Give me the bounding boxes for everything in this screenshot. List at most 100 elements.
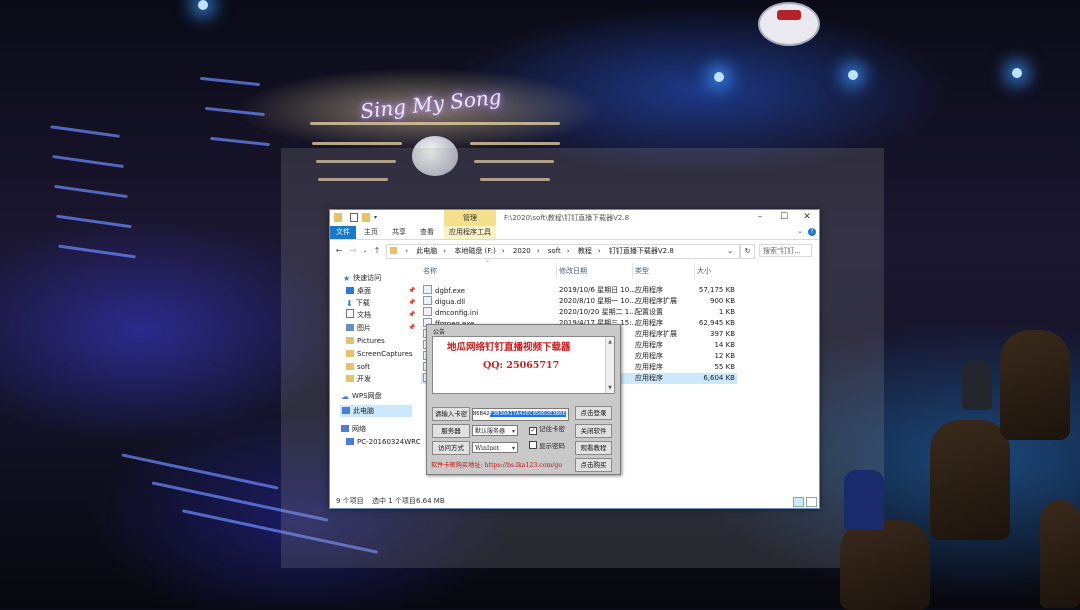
audience-person — [844, 470, 884, 530]
notice-label: 公告 — [433, 329, 446, 336]
quick-access-dropdown-icon[interactable]: ▾ — [374, 214, 380, 223]
nav-soft[interactable]: soft — [346, 361, 370, 373]
ribbon-expand-icon[interactable]: ⌄ — [797, 227, 803, 235]
new-folder-icon[interactable] — [362, 213, 370, 222]
nav-pictures[interactable]: Pictures — [346, 335, 385, 347]
access-mode-select[interactable]: WinInet ▾ — [472, 442, 518, 453]
judge-chair — [1000, 330, 1070, 440]
server-select[interactable]: 默认服务器 ▾ — [472, 425, 518, 436]
forward-icon[interactable]: → — [348, 245, 358, 256]
tab-share[interactable]: 共享 — [388, 226, 410, 239]
nav-dev[interactable]: 开发 — [346, 373, 371, 385]
close-app-button[interactable]: 关闭软件 — [575, 424, 612, 438]
file-name-text: dgbf.exe — [435, 287, 465, 295]
file-date: 2020/8/10 星期一 10... — [559, 297, 636, 305]
desktop-icon — [346, 287, 354, 294]
search-input[interactable]: 搜索"钉钉... — [759, 244, 812, 257]
login-button[interactable]: 点击登录 — [575, 406, 612, 420]
large-icons-view-icon[interactable] — [806, 497, 817, 507]
pin-icon[interactable]: 📌 — [408, 287, 415, 294]
notice-scrollbar[interactable]: ▲ ▼ — [605, 337, 614, 393]
file-type: 应用程序扩展 — [635, 297, 677, 305]
maximize-icon[interactable]: ☐ — [772, 210, 796, 226]
nav-network[interactable]: 网络 — [341, 423, 366, 435]
status-bar: 9 个项目 选中 1 个项目 6.64 MB — [330, 495, 819, 508]
stage-light-bar — [310, 122, 560, 125]
breadcrumb-item[interactable]: 本地磁盘 (F:) — [454, 247, 496, 255]
file-type: 应用程序 — [635, 341, 663, 349]
help-icon[interactable]: ? — [808, 228, 816, 236]
pin-icon[interactable]: 📌 — [408, 311, 415, 318]
table-row[interactable]: dgbf.exe 2019/10/6 星期日 10... 应用程序 57,175 KB — [421, 285, 737, 296]
tab-file[interactable]: 文件 — [330, 226, 356, 239]
address-bar[interactable]: › 此电脑 › 本地磁盘 (F:) › 2020 › soft › 教程 › 钉钉直播下载… — [386, 244, 740, 259]
breadcrumb-item[interactable]: 2020 — [513, 247, 531, 255]
column-header-name[interactable]: 名称 — [423, 265, 437, 277]
item-count: 9 个项目 — [336, 497, 364, 505]
file-icon — [423, 285, 432, 294]
nav-wps-cloud[interactable]: ☁ WPS网盘 — [341, 390, 382, 402]
stage-light-bar — [200, 76, 260, 87]
file-size: 900 KB — [710, 297, 735, 305]
details-view-icon[interactable] — [793, 497, 804, 507]
back-icon[interactable]: ← — [334, 245, 344, 256]
nav-documents[interactable]: 文档 — [346, 309, 371, 321]
purchase-link[interactable]: https://bs.lka123.com/go — [485, 462, 562, 469]
watch-tutorial-button[interactable]: 观看教程 — [575, 441, 612, 455]
file-size: 1 KB — [718, 308, 735, 316]
recent-dropdown-icon[interactable]: ⌄ — [360, 245, 370, 256]
scroll-down-icon[interactable]: ▼ — [606, 385, 614, 391]
star-icon: ★ — [343, 274, 351, 283]
refresh-icon[interactable]: ↻ — [740, 244, 755, 259]
stage-light-bar — [54, 184, 128, 199]
breadcrumb-item[interactable]: 此电脑 — [416, 247, 437, 255]
breadcrumb-item[interactable]: soft — [548, 247, 561, 255]
computer-icon — [342, 407, 350, 414]
tab-view[interactable]: 查看 — [416, 226, 438, 239]
remember-key-checkbox[interactable]: ✓ 记住卡密 — [529, 424, 565, 435]
judge-chair — [840, 520, 930, 610]
file-size: 12 KB — [714, 352, 735, 360]
show-password-checkbox[interactable]: 显示密码 — [529, 441, 565, 451]
file-type: 应用程序 — [635, 352, 663, 360]
minimize-icon[interactable]: – — [748, 210, 772, 226]
table-row[interactable]: dmconfig.ini 2020/10/20 星期二 1... 配置设置 1 KB — [421, 307, 737, 318]
address-dropdown-icon[interactable]: ⌄ — [727, 245, 733, 258]
column-header-type[interactable]: 类型 — [635, 265, 649, 277]
judge-chair — [930, 420, 1010, 540]
nav-screencaptures[interactable]: ScreenCaptures — [346, 348, 413, 360]
cloud-icon: ☁ — [341, 392, 349, 401]
file-type: 应用程序 — [635, 319, 663, 327]
table-row[interactable]: digua.dll 2020/8/10 星期一 10... 应用程序扩展 900 KB — [421, 296, 737, 307]
spotlight — [848, 70, 858, 80]
nav-downloads[interactable]: ⬇ 下载 — [346, 297, 370, 309]
file-size: 62,945 KB — [698, 319, 735, 327]
stage-light-bar — [56, 214, 132, 229]
stage-light-bar — [312, 142, 402, 145]
scroll-up-icon[interactable]: ▲ — [606, 339, 614, 345]
close-icon[interactable]: ✕ — [795, 210, 819, 226]
properties-icon[interactable] — [350, 213, 358, 222]
breadcrumb-item[interactable]: 教程 — [578, 247, 592, 255]
nav-this-pc[interactable]: 此电脑 — [340, 405, 412, 417]
breadcrumb-item[interactable]: 钉钉直播下载器V2.8 — [609, 247, 674, 255]
buy-button[interactable]: 点击购买 — [575, 458, 612, 472]
file-size: 6,604 KB — [703, 374, 735, 382]
pin-icon[interactable]: 📌 — [408, 324, 415, 331]
folder-icon — [346, 363, 354, 370]
tab-app-tools[interactable]: 应用程序工具 — [444, 226, 496, 239]
tab-home[interactable]: 主页 — [360, 226, 382, 239]
column-header-size[interactable]: 大小 — [697, 265, 711, 277]
card-key-input[interactable]: B6B42F3B30A17A42EC850D2E3B6E — [472, 408, 569, 421]
manage-tab-group[interactable]: 管理 — [444, 210, 496, 226]
column-header-date[interactable]: 修改日期 — [559, 265, 587, 277]
nav-pc-network[interactable]: PC-20160324WRC — [346, 436, 421, 448]
file-type: 应用程序 — [635, 286, 663, 294]
nav-pictures-cn[interactable]: 图片 — [346, 322, 371, 334]
pin-icon[interactable]: 📌 — [408, 299, 415, 306]
up-icon[interactable]: ↑ — [372, 245, 382, 256]
file-type: 配置设置 — [635, 308, 663, 316]
nav-quick-access[interactable]: ★ 快速访问 — [343, 272, 381, 284]
nav-desktop[interactable]: 桌面 — [346, 285, 371, 297]
file-name-text: dmconfig.ini — [435, 309, 479, 317]
